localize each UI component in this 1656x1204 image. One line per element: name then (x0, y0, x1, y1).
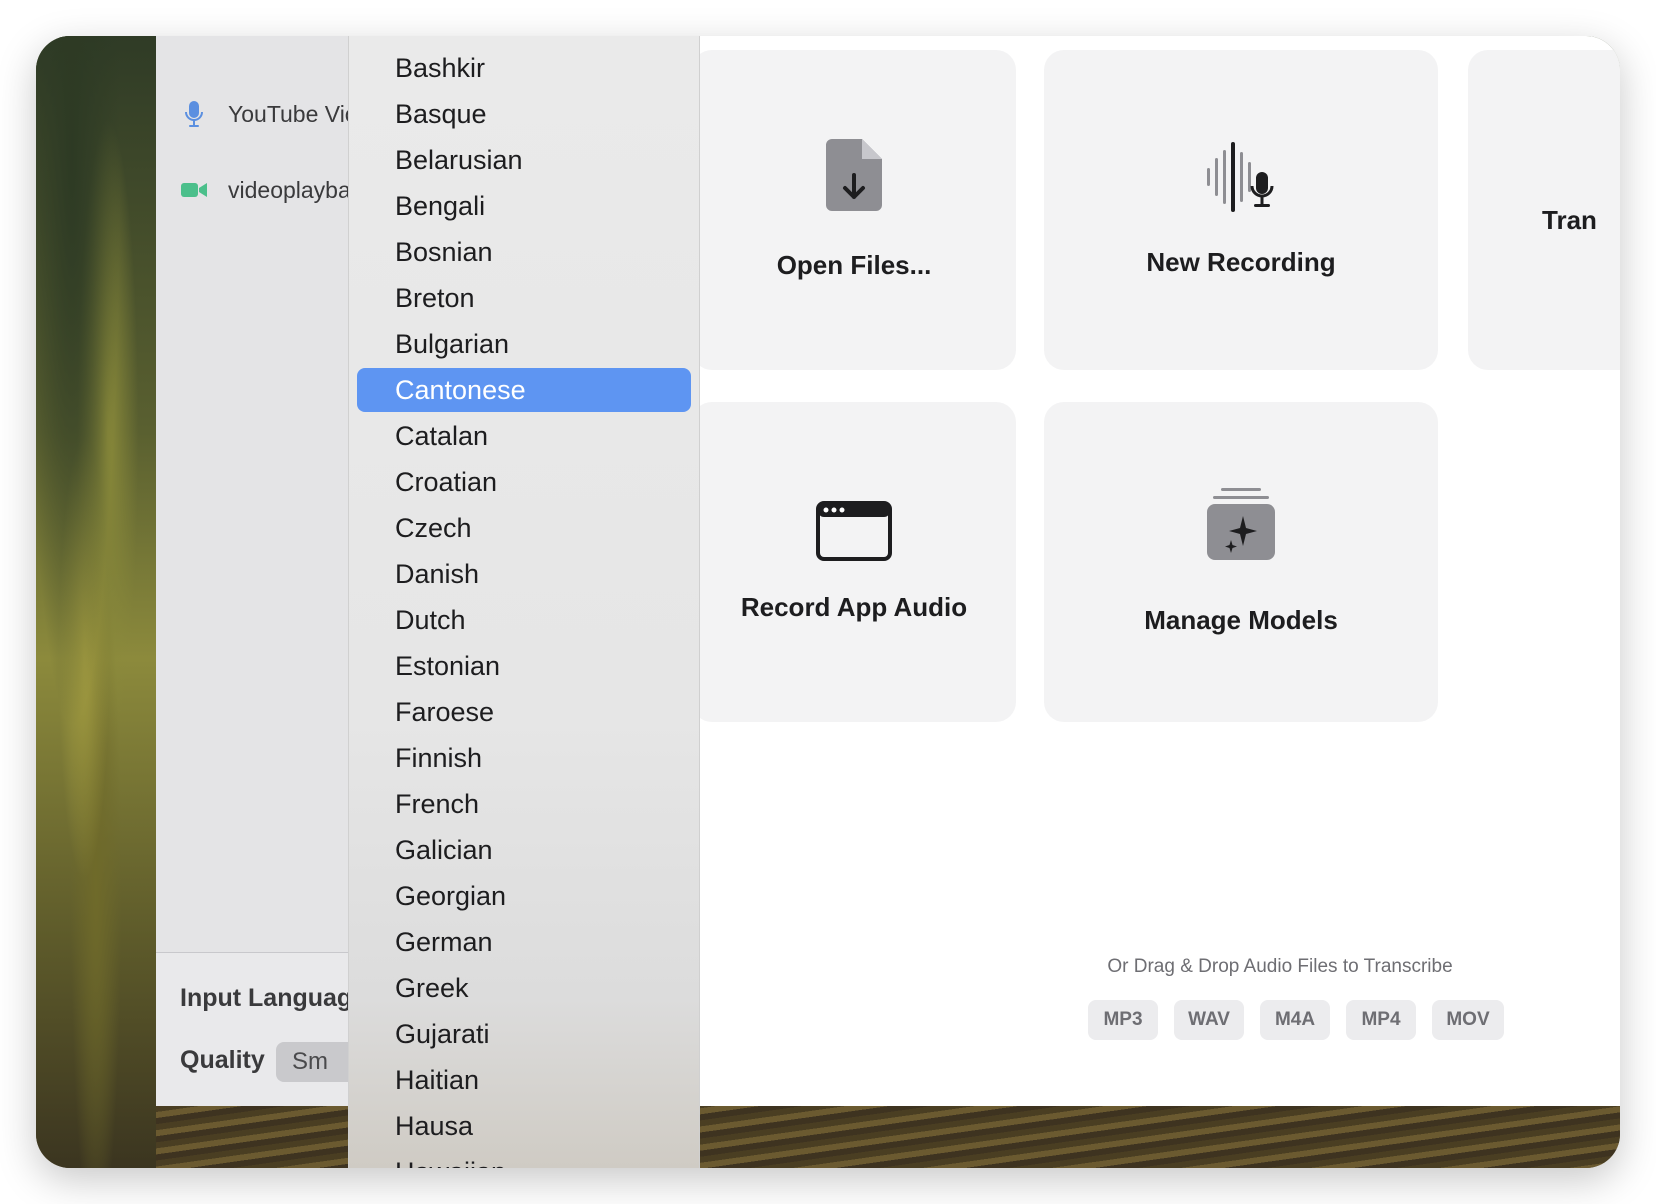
record-app-audio-label: Record App Audio (740, 592, 968, 622)
menu-item-language[interactable]: Bulgarian (357, 322, 691, 366)
sidebar-item-video[interactable]: videoplayba (180, 170, 351, 210)
record-app-audio-button[interactable]: Record App Audio (692, 402, 1016, 722)
quality-select[interactable]: Sm (276, 1042, 356, 1082)
menu-item-language[interactable]: Faroese (357, 690, 691, 734)
menu-item-language[interactable]: Breton (357, 276, 691, 320)
menu-item-language[interactable]: Catalan (357, 414, 691, 458)
menu-item-language[interactable]: Estonian (357, 644, 691, 688)
waveform-microphone-icon (1205, 142, 1277, 217)
language-menu[interactable]: Bashkir Basque Belarusian Bengali Bosnia… (348, 36, 700, 1168)
open-files-label: Open Files... (776, 250, 932, 280)
menu-item-language[interactable]: Finnish (357, 736, 691, 780)
manage-models-button[interactable]: Manage Models (1044, 402, 1438, 722)
menu-item-language[interactable]: Georgian (357, 874, 691, 918)
drop-zone-text: Or Drag & Drop Audio Files to Transcribe (1107, 956, 1453, 977)
microphone-icon (180, 100, 208, 128)
menu-item-language[interactable]: Gujarati (357, 1012, 691, 1056)
desktop-wallpaper (36, 36, 156, 1168)
screenshot-frame: YouTube Vic videoplayba Input Languag Qu… (36, 36, 1620, 1168)
manage-models-label: Manage Models (1144, 605, 1338, 635)
quality-label: Quality (180, 1046, 265, 1074)
app-window-icon (816, 501, 892, 566)
format-badge: WAV (1174, 1000, 1244, 1040)
menu-item-language[interactable]: Danish (357, 552, 691, 596)
format-badge: MP3 (1088, 1000, 1158, 1040)
menu-item-language[interactable]: Dutch (357, 598, 691, 642)
format-badge: MOV (1432, 1000, 1504, 1040)
menu-item-language[interactable]: Croatian (357, 460, 691, 504)
menu-item-language[interactable]: Galician (357, 828, 691, 872)
main-content: Open Files... New Recording Tran Record … (692, 36, 1620, 1106)
sidebar-item-label: YouTube Vic (228, 100, 357, 127)
new-recording-label: New Recording (1146, 247, 1336, 277)
sparkle-stack-icon (1207, 488, 1275, 565)
new-recording-button[interactable]: New Recording (1044, 50, 1438, 370)
menu-item-language[interactable]: Bosnian (357, 230, 691, 274)
menu-item-language[interactable]: Greek (357, 966, 691, 1010)
sidebar-item-youtube[interactable]: YouTube Vic (180, 94, 356, 134)
menu-item-language[interactable]: Hausa (357, 1104, 691, 1148)
menu-item-language[interactable]: Czech (357, 506, 691, 550)
transcribe-button[interactable]: Tran (1468, 50, 1620, 370)
menu-item-language[interactable]: Belarusian (357, 138, 691, 182)
menu-item-language[interactable]: Hawaiian (357, 1150, 691, 1168)
transcribe-label: Tran (1542, 204, 1597, 235)
input-language-label: Input Languag (180, 984, 353, 1012)
open-files-button[interactable]: Open Files... (692, 50, 1016, 370)
format-badge: MP4 (1346, 1000, 1416, 1040)
menu-item-language[interactable]: French (357, 782, 691, 826)
menu-item-language[interactable]: Haitian (357, 1058, 691, 1102)
video-camera-icon (180, 176, 208, 204)
menu-item-language[interactable]: Basque (357, 92, 691, 136)
menu-item-language[interactable]: Bengali (357, 184, 691, 228)
format-badge: M4A (1260, 1000, 1330, 1040)
menu-item-language[interactable]: Bashkir (357, 46, 691, 90)
menu-item-language-selected[interactable]: Cantonese (357, 368, 691, 412)
sidebar-item-label: videoplayba (228, 176, 351, 203)
menu-item-language[interactable]: German (357, 920, 691, 964)
document-download-icon (826, 139, 882, 216)
